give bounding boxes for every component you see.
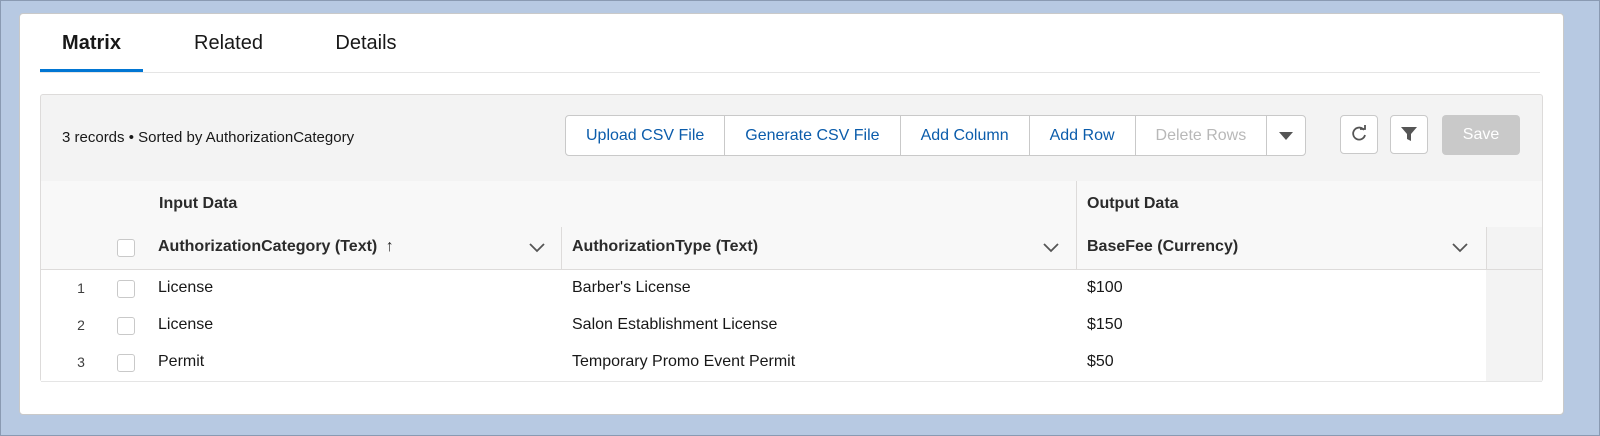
- tab-details[interactable]: Details: [316, 14, 416, 72]
- matrix-card: Matrix Related Details 3 records • Sorte…: [19, 13, 1564, 415]
- row-checkbox[interactable]: [117, 317, 135, 335]
- filter-icon: [1401, 127, 1417, 141]
- column-header-row: AuthorizationCategory (Text) ↑ Authoriza…: [41, 227, 1542, 270]
- output-data-group-label: Output Data: [1087, 195, 1179, 212]
- row-checkbox[interactable]: [117, 280, 135, 298]
- row-number: 2: [77, 317, 85, 333]
- row-number: 3: [77, 354, 85, 370]
- input-data-group-label: Input Data: [159, 195, 238, 212]
- tab-bar: Matrix Related Details: [40, 14, 1540, 73]
- cell-base-fee[interactable]: $50: [1087, 353, 1114, 371]
- row-number: 1: [77, 280, 85, 296]
- chevron-down-icon: [1279, 132, 1294, 140]
- cell-authorization-type[interactable]: Barber's License: [572, 279, 691, 297]
- chevron-down-icon[interactable]: [1043, 241, 1059, 253]
- table-row[interactable]: 3 Permit Temporary Promo Event Permit $5…: [41, 344, 1542, 382]
- tab-related[interactable]: Related: [177, 14, 280, 72]
- action-button-group: Upload CSV File Generate CSV File Add Co…: [565, 115, 1307, 156]
- chevron-down-icon[interactable]: [1452, 241, 1468, 253]
- row-fill: [1486, 270, 1542, 307]
- cell-authorization-type[interactable]: Temporary Promo Event Permit: [572, 353, 795, 371]
- column-title-authorization-category: AuthorizationCategory (Text): [158, 238, 378, 255]
- more-actions-button[interactable]: [1267, 116, 1305, 155]
- records-summary: 3 records • Sorted by AuthorizationCateg…: [62, 129, 355, 146]
- cell-base-fee[interactable]: $100: [1087, 279, 1123, 297]
- column-separator: [1076, 227, 1077, 269]
- cell-authorization-category[interactable]: License: [158, 279, 213, 297]
- tab-matrix[interactable]: Matrix: [40, 14, 143, 72]
- group-divider: [1076, 181, 1077, 227]
- column-header-authorization-category[interactable]: AuthorizationCategory (Text) ↑: [158, 238, 394, 256]
- generate-csv-button[interactable]: Generate CSV File: [725, 116, 901, 155]
- cell-authorization-category[interactable]: License: [158, 316, 213, 334]
- filter-button[interactable]: [1390, 115, 1428, 154]
- chevron-down-icon[interactable]: [529, 241, 545, 253]
- refresh-icon: [1352, 125, 1366, 141]
- row-fill: [1486, 307, 1542, 344]
- column-group-header: Input Data Output Data: [41, 181, 1542, 228]
- data-grid: Input Data Output Data AuthorizationCate…: [41, 181, 1542, 382]
- save-button[interactable]: Save: [1442, 115, 1520, 155]
- row-checkbox[interactable]: [117, 354, 135, 372]
- refresh-button[interactable]: [1340, 115, 1378, 154]
- matrix-panel: 3 records • Sorted by AuthorizationCateg…: [40, 94, 1543, 382]
- add-row-button[interactable]: Add Row: [1030, 116, 1136, 155]
- column-header-authorization-type[interactable]: AuthorizationType (Text): [572, 238, 758, 256]
- table-row[interactable]: 2 License Salon Establishment License $1…: [41, 307, 1542, 345]
- active-tab-indicator: [40, 69, 143, 72]
- sort-ascending-icon: ↑: [385, 238, 394, 255]
- cell-authorization-category[interactable]: Permit: [158, 353, 204, 371]
- upload-csv-button[interactable]: Upload CSV File: [566, 116, 726, 155]
- delete-rows-button[interactable]: Delete Rows: [1136, 116, 1268, 155]
- cell-base-fee[interactable]: $150: [1087, 316, 1123, 334]
- column-separator: [1486, 227, 1487, 269]
- column-header-base-fee[interactable]: BaseFee (Currency): [1087, 238, 1238, 256]
- table-row[interactable]: 1 License Barber's License $100: [41, 270, 1542, 308]
- cell-authorization-type[interactable]: Salon Establishment License: [572, 316, 777, 334]
- column-separator: [561, 227, 562, 269]
- row-fill: [1486, 344, 1542, 381]
- add-column-button[interactable]: Add Column: [901, 116, 1030, 155]
- select-all-checkbox[interactable]: [117, 239, 135, 257]
